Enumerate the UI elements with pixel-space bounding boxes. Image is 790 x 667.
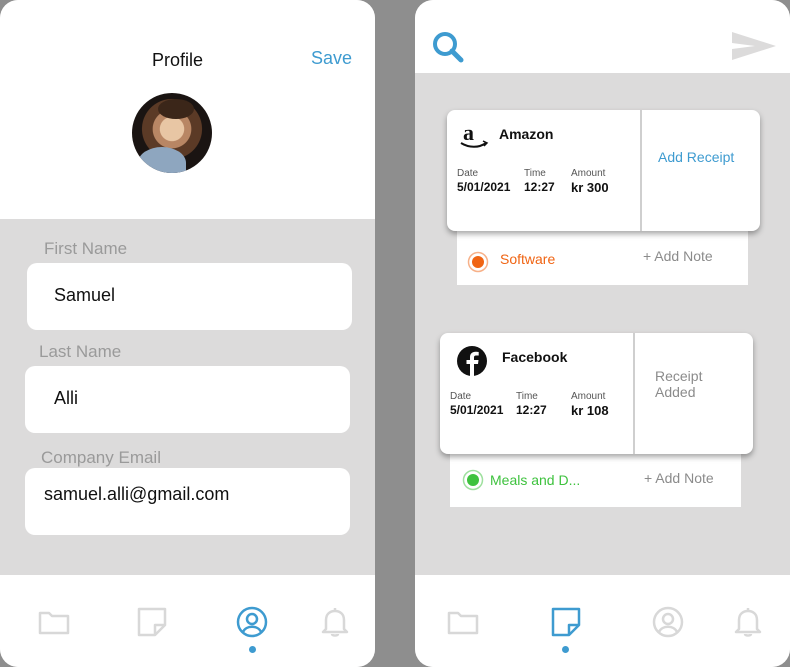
brand-name: Amazon <box>499 126 554 142</box>
amazon-logo-icon: a <box>460 122 489 148</box>
date-label: Date <box>457 168 479 179</box>
first-name-value[interactable]: Samuel <box>54 285 115 306</box>
receipt-card[interactable]: a Amazon Date 5/01/2021 Time 12:27 Amoun… <box>447 110 760 231</box>
search-icon[interactable] <box>431 30 465 64</box>
radio-icon[interactable] <box>462 469 484 491</box>
bottom-nav <box>415 575 790 667</box>
avatar-shirt <box>138 147 186 173</box>
first-name-field[interactable]: Samuel <box>27 263 352 330</box>
amount-value: kr 108 <box>571 403 609 418</box>
active-indicator <box>562 646 569 653</box>
last-name-field[interactable]: Alli <box>25 366 350 433</box>
save-button[interactable]: Save <box>311 48 352 69</box>
radio-icon[interactable] <box>467 251 489 273</box>
page-title: Profile <box>151 50 204 70</box>
receipt-card[interactable]: Facebook Date 5/01/2021 Time 12:27 Amoun… <box>440 333 753 454</box>
send-icon[interactable] <box>731 30 777 64</box>
last-name-label: Last Name <box>39 342 122 361</box>
folder-icon[interactable] <box>446 605 480 639</box>
avatar-hair <box>158 99 194 119</box>
time-label: Time <box>524 168 546 179</box>
company-email-value[interactable]: samuel.alli@gmail.com <box>44 484 229 505</box>
profile-screen: Profile Save First Name Samuel Last Name… <box>0 0 375 667</box>
receipt-footer: Meals and D... + Add Note <box>450 453 741 507</box>
category-label[interactable]: Meals and D... <box>490 472 580 488</box>
facebook-logo-icon <box>457 346 487 376</box>
date-label: Date <box>450 391 472 402</box>
svg-text:a: a <box>463 122 474 145</box>
receipt-status-text: Receipt Added <box>655 368 703 400</box>
bell-icon[interactable] <box>318 605 352 639</box>
time-label: Time <box>516 391 538 402</box>
amount-value: kr 300 <box>571 180 609 195</box>
profile-icon[interactable] <box>235 605 269 639</box>
receipt-card-main: Facebook Date 5/01/2021 Time 12:27 Amoun… <box>440 333 635 454</box>
date-value: 5/01/2021 <box>450 403 504 417</box>
receipts-screen: Software + Add Note a Amazon Date 5/01/2… <box>415 0 790 667</box>
folder-icon[interactable] <box>37 605 71 639</box>
top-bar <box>415 0 790 73</box>
avatar[interactable] <box>132 93 212 173</box>
bottom-nav <box>0 575 375 667</box>
receipt-card-main: a Amazon Date 5/01/2021 Time 12:27 Amoun… <box>447 110 642 231</box>
active-indicator <box>249 646 256 653</box>
company-email-field[interactable]: samuel.alli@gmail.com <box>25 468 350 535</box>
time-value: 12:27 <box>516 403 547 417</box>
note-icon[interactable] <box>135 605 169 639</box>
receipt-footer: Software + Add Note <box>457 231 748 285</box>
bell-icon[interactable] <box>731 605 765 639</box>
date-value: 5/01/2021 <box>457 180 511 194</box>
category-label[interactable]: Software <box>500 251 555 267</box>
amount-label: Amount <box>571 168 606 179</box>
time-value: 12:27 <box>524 180 555 194</box>
note-icon[interactable] <box>549 605 583 639</box>
profile-icon[interactable] <box>651 605 685 639</box>
first-name-label: First Name <box>44 239 128 258</box>
profile-header: Profile Save <box>0 0 375 219</box>
add-note-button[interactable]: + Add Note <box>644 470 714 486</box>
add-receipt-button[interactable]: Add Receipt <box>658 149 738 165</box>
company-email-label: Company Email <box>41 448 161 467</box>
amount-label: Amount <box>571 391 606 402</box>
brand-name: Facebook <box>502 349 568 365</box>
add-note-button[interactable]: + Add Note <box>643 248 713 264</box>
last-name-value[interactable]: Alli <box>54 388 78 409</box>
